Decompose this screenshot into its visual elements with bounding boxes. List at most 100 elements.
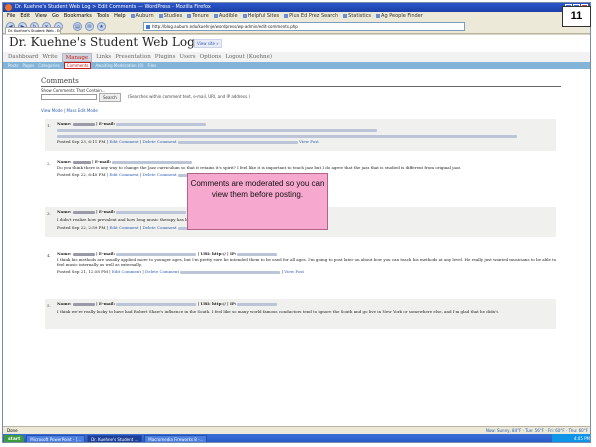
comment-number: 1. [47, 123, 51, 128]
comment-name-label: Name: [57, 159, 72, 164]
show-comments-label: Show Comments That Contain... [41, 88, 106, 93]
comment-name-label: Name: [57, 251, 72, 256]
system-clock: 4:05 PM [552, 434, 590, 442]
comment-text: I think his methods are usually applied … [57, 257, 557, 267]
comment-posted: Posted Sep 22, 6:40 PM [57, 172, 106, 177]
subtab-comments[interactable]: Comments [63, 62, 92, 69]
start-button[interactable]: start [4, 434, 25, 442]
admin-tabs: Dashboard Write Manage Links Presentatio… [3, 52, 590, 62]
view-site-link[interactable]: View site » [194, 39, 222, 48]
tab-options[interactable]: Options [200, 52, 222, 62]
comment-name-label: Name: [57, 301, 72, 306]
delete-comment-link[interactable]: Delete Comment [142, 172, 176, 177]
comment-item: 1. Name: | E-mail: Posted Sep 23, 6:11 P… [45, 119, 556, 151]
tab-dashboard[interactable]: Dashboard [8, 52, 38, 62]
tab-presentation[interactable]: Presentation [115, 52, 151, 62]
slide: Dr. Kuehne's Student Web Log > Edit Comm… [0, 0, 596, 447]
status-bar: Done Now: Sunny, 84°F · Tue: 56°F · Fri:… [3, 426, 590, 434]
page-title: Comments [41, 77, 561, 87]
print-icon[interactable]: ▤ [73, 22, 82, 31]
comment-posted: Posted Sep 21, 12:58 PM [57, 269, 108, 274]
delete-comment-link[interactable]: Delete Comment [142, 139, 176, 144]
search-button[interactable]: Search [99, 93, 121, 102]
window-title: Dr. Kuehne's Student Web Log > Edit Comm… [15, 4, 211, 10]
delete-comment-link[interactable]: Delete Comment [142, 225, 176, 230]
tab-plugins[interactable]: Plugins [155, 52, 176, 62]
comment-number: 2. [47, 161, 51, 166]
comment-number: 3. [47, 211, 51, 216]
menu-edit[interactable]: Edit [20, 12, 30, 20]
comment-name-label: Name: [57, 121, 72, 126]
taskbar-item-powerpoint[interactable]: Microsoft PowerPoint - [... [26, 435, 86, 442]
comments-panel: Comments Show Comments That Contain... S… [33, 73, 568, 413]
comment-email-label: | E-mail: [96, 121, 116, 126]
comment-email-label: | E-mail: [96, 251, 116, 256]
bookmark-people-finder[interactable]: Ag People Finder [376, 12, 423, 20]
browser-tab[interactable]: Dr. Kuehne's Student Web - Edit Com... [5, 27, 61, 34]
delete-comment-link[interactable]: Delete Comment [145, 269, 179, 274]
comment-text: I think we're really lucky to have had R… [57, 309, 500, 314]
comment-number: 4. [47, 253, 51, 258]
comment-text: Do you think there is any way to change … [57, 165, 462, 170]
view-mode-links[interactable]: View Mode | Mass Edit Mode [41, 108, 98, 113]
comment-item: 4. Name: | E-mail: | URI: http:// | IP: … [47, 251, 557, 274]
slide-number: 11 [562, 6, 591, 27]
menu-tools[interactable]: Tools [97, 12, 109, 20]
menu-go[interactable]: Go [52, 12, 59, 20]
comment-email-label: | E-mail: [92, 159, 112, 164]
taskbar-item-fireworks[interactable]: Macromedia Fireworks 8 -... [144, 435, 208, 442]
edit-comment-link[interactable]: Edit Comment [109, 139, 138, 144]
bookmark-studies[interactable]: Studies [159, 12, 183, 20]
subtab-awaiting-moderation[interactable]: Awaiting Moderation (0) [95, 62, 143, 69]
bookmark-helpful-sites[interactable]: Helpful Sites [243, 12, 280, 20]
edit-comment-link[interactable]: Edit Comment [112, 269, 141, 274]
tab-links[interactable]: Links [96, 52, 111, 62]
wp-header: Dr. Kuehne's Student Web Log View site » [3, 35, 590, 52]
status-text: Done [7, 428, 18, 433]
menu-view[interactable]: View [35, 12, 47, 20]
comment-posted: Posted Sep 23, 6:11 PM [57, 139, 106, 144]
comment-ip-label: | IP: [227, 251, 237, 256]
comment-item: 5. Name: | E-mail: | URI: http:// | IP: … [45, 299, 556, 329]
site-title: Dr. Kuehne's Student Web Log [9, 35, 195, 49]
firefox-icon [5, 4, 12, 11]
subtab-posts[interactable]: Posts [8, 62, 18, 69]
weather-status: Now: Sunny, 84°F · Tue: 56°F · Fri: 60°F… [485, 428, 588, 433]
navigation-toolbar: ◀ ▶ ↻ ✕ ⌂ ▤ ✉ ★ http://blog.auburn.edu/k… [3, 20, 590, 34]
url-bar[interactable]: http://blog.auburn.edu/kuehnje/wordpress… [143, 22, 465, 31]
moderation-callout: Comments are moderated so you can view t… [187, 173, 328, 230]
bookmark-statistics[interactable]: Statistics [343, 12, 371, 20]
edit-comment-link[interactable]: Edit Comment [109, 225, 138, 230]
comment-uri-label: | URI: http:// [197, 301, 226, 306]
comment-search-input[interactable] [41, 94, 97, 100]
comment-ip-label: | IP: [227, 301, 237, 306]
comment-number: 5. [47, 303, 51, 308]
view-post-link[interactable]: View Post [299, 139, 319, 144]
comment-posted: Posted Sep 22, 2:59 PM [57, 225, 106, 230]
tab-logout[interactable]: Logout (Kuehne) [225, 52, 272, 62]
tab-manage[interactable]: Manage [61, 53, 93, 62]
mail-icon[interactable]: ✉ [85, 22, 94, 31]
view-post-link[interactable]: View Post [284, 269, 304, 274]
browser-window: Dr. Kuehne's Student Web Log > Edit Comm… [2, 2, 591, 443]
menu-bookmarks[interactable]: Bookmarks [64, 12, 92, 20]
subtab-pages[interactable]: Pages [22, 62, 34, 69]
bookmark-auburn[interactable]: Auburn [131, 12, 154, 20]
edit-comment-link[interactable]: Edit Comment [109, 172, 138, 177]
bookmark-tenure[interactable]: Tenure [187, 12, 209, 20]
bookmark-icon[interactable]: ★ [97, 22, 106, 31]
menu-file[interactable]: File [7, 12, 15, 20]
subtab-files[interactable]: Files [148, 62, 157, 69]
menu-help[interactable]: Help [114, 12, 125, 20]
taskbar-item-firefox[interactable]: Dr. Kuehne's Student ... [87, 435, 143, 442]
tab-users[interactable]: Users [179, 52, 195, 62]
comment-name-label: Name: [57, 209, 72, 214]
bookmark-audible[interactable]: Audible [214, 12, 238, 20]
menu-bar: File Edit View Go Bookmarks Tools Help A… [3, 12, 590, 20]
bookmark-prez-search[interactable]: Plus Ed Prez Search [284, 12, 338, 20]
tab-write[interactable]: Write [42, 52, 57, 62]
subtab-categories[interactable]: Categories [38, 62, 60, 69]
comment-uri-label: | URI: http:// [197, 251, 226, 256]
window-titlebar: Dr. Kuehne's Student Web Log > Edit Comm… [3, 3, 590, 12]
search-hint: (Searches within comment text, e-mail, U… [128, 94, 250, 99]
